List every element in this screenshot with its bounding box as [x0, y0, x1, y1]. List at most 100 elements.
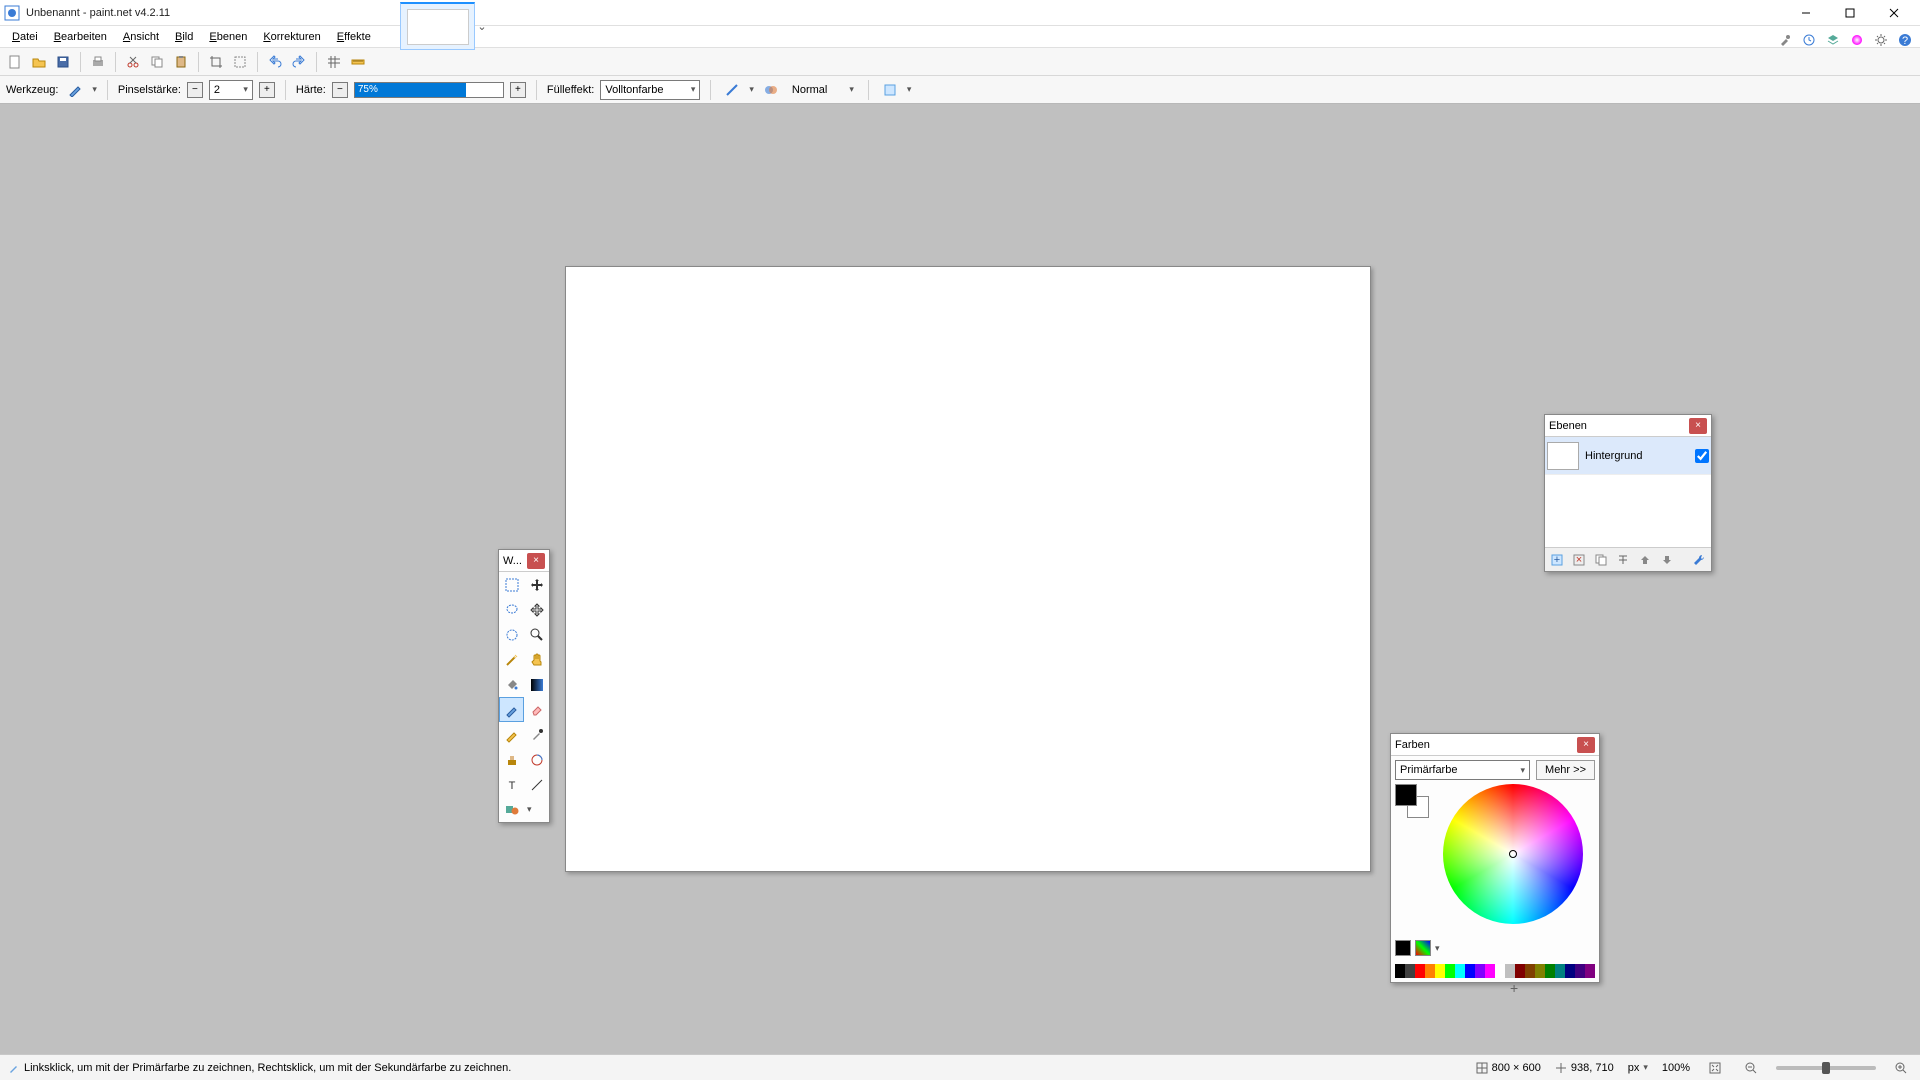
layer-down-button[interactable] [1657, 551, 1677, 569]
color-palette[interactable] [1395, 964, 1595, 978]
palette-color[interactable] [1425, 964, 1435, 978]
tool-magic-wand[interactable] [499, 647, 524, 672]
brushwidth-increase[interactable]: + [259, 82, 275, 98]
tool-color-picker[interactable] [524, 722, 549, 747]
tool-eraser[interactable] [524, 697, 549, 722]
palette-color[interactable] [1585, 964, 1595, 978]
palette-color[interactable] [1465, 964, 1475, 978]
tool-move-selection[interactable] [524, 597, 549, 622]
ruler-button[interactable] [347, 51, 369, 73]
tool-clone-stamp[interactable] [499, 747, 524, 772]
save-file-button[interactable] [52, 51, 74, 73]
help-button[interactable]: ? [1894, 29, 1916, 51]
antialias-toggle[interactable] [721, 79, 743, 101]
colors-panel-header[interactable]: Farben × [1391, 734, 1599, 756]
maximize-button[interactable] [1828, 0, 1872, 26]
selclip-dropdown-arrow[interactable]: ▾ [907, 84, 912, 95]
tool-paint-bucket[interactable] [499, 672, 524, 697]
palette-color[interactable] [1435, 964, 1445, 978]
tool-gradient[interactable] [524, 672, 549, 697]
layer-properties-button[interactable] [1689, 551, 1709, 569]
fgbg-swatches[interactable] [1395, 784, 1435, 824]
deselect-button[interactable] [229, 51, 251, 73]
hardness-decrease[interactable]: − [332, 82, 348, 98]
tools-window-toggle[interactable] [1774, 29, 1796, 51]
hardness-increase[interactable]: + [510, 82, 526, 98]
blendmode-combo[interactable]: Normal [788, 80, 858, 100]
copy-button[interactable] [146, 51, 168, 73]
tools-panel-header[interactable]: W... × [499, 550, 549, 572]
aa-dropdown-arrow[interactable]: ▾ [749, 84, 754, 95]
minimize-button[interactable] [1784, 0, 1828, 26]
undo-button[interactable] [264, 51, 286, 73]
canvas[interactable] [565, 266, 1371, 872]
layer-row[interactable]: Hintergrund [1545, 437, 1711, 475]
colors-more-button[interactable]: Mehr >> [1536, 760, 1595, 780]
layers-window-toggle[interactable] [1822, 29, 1844, 51]
tool-paintbrush[interactable] [499, 697, 524, 722]
tool-ellipse-select[interactable] [499, 622, 524, 647]
add-layer-button[interactable]: + [1547, 551, 1567, 569]
palette-color[interactable] [1505, 964, 1515, 978]
tool-rectangle-select[interactable] [499, 572, 524, 597]
zoom-in-button[interactable] [1890, 1057, 1912, 1079]
menu-layers[interactable]: Ebenen [201, 26, 255, 47]
active-tool-icon[interactable] [64, 79, 86, 101]
colors-window-toggle[interactable] [1846, 29, 1868, 51]
palette-color[interactable] [1545, 964, 1555, 978]
palette-color[interactable] [1575, 964, 1585, 978]
tool-recolor[interactable] [524, 747, 549, 772]
cut-button[interactable] [122, 51, 144, 73]
color-wheel[interactable] [1443, 784, 1583, 924]
delete-layer-button[interactable]: × [1569, 551, 1589, 569]
swatch-multi-icon[interactable] [1415, 940, 1431, 956]
crop-button[interactable] [205, 51, 227, 73]
open-file-button[interactable] [28, 51, 50, 73]
color-mode-combo[interactable]: Primärfarbe [1395, 760, 1530, 780]
menu-file[interactable]: Datei [4, 26, 46, 47]
document-tab-active[interactable] [400, 2, 475, 50]
palette-color[interactable] [1395, 964, 1405, 978]
swatch-black-icon[interactable] [1395, 940, 1411, 956]
tool-pan[interactable] [524, 647, 549, 672]
merge-layer-button[interactable] [1613, 551, 1633, 569]
tool-lasso-select[interactable] [499, 597, 524, 622]
zoom-fit-button[interactable] [1704, 1057, 1726, 1079]
palette-dropdown-arrow[interactable]: ▾ [1435, 943, 1440, 954]
document-tabs-dropdown[interactable]: ⌄ [475, 2, 489, 50]
settings-button[interactable] [1870, 29, 1892, 51]
primary-color-swatch[interactable] [1395, 784, 1417, 806]
palette-color[interactable] [1535, 964, 1545, 978]
tools-panel-close-button[interactable]: × [527, 553, 545, 569]
layers-panel-header[interactable]: Ebenen × [1545, 415, 1711, 437]
selection-clip-toggle[interactable] [879, 79, 901, 101]
duplicate-layer-button[interactable] [1591, 551, 1611, 569]
status-unit-combo[interactable]: px ▾ [1628, 1062, 1648, 1074]
menu-edit[interactable]: Bearbeiten [46, 26, 115, 47]
tool-dropdown-arrow[interactable]: ▾ [92, 84, 97, 95]
tool-shapes-dropdown[interactable]: ▾ [524, 797, 549, 822]
layers-panel-close-button[interactable]: × [1689, 418, 1707, 434]
palette-color[interactable] [1475, 964, 1485, 978]
tool-move-selected[interactable] [524, 572, 549, 597]
menu-effects[interactable]: Effekte [329, 26, 379, 47]
history-window-toggle[interactable] [1798, 29, 1820, 51]
tool-line[interactable] [524, 772, 549, 797]
new-file-button[interactable] [4, 51, 26, 73]
layer-visible-checkbox[interactable] [1695, 449, 1709, 463]
layer-up-button[interactable] [1635, 551, 1655, 569]
tool-text[interactable]: T [499, 772, 524, 797]
palette-color[interactable] [1495, 964, 1505, 978]
grid-button[interactable] [323, 51, 345, 73]
redo-button[interactable] [288, 51, 310, 73]
palette-color[interactable] [1515, 964, 1525, 978]
palette-color[interactable] [1405, 964, 1415, 978]
palette-color[interactable] [1525, 964, 1535, 978]
print-button[interactable] [87, 51, 109, 73]
palette-color[interactable] [1455, 964, 1465, 978]
paste-button[interactable] [170, 51, 192, 73]
palette-color[interactable] [1485, 964, 1495, 978]
palette-color[interactable] [1445, 964, 1455, 978]
menu-image[interactable]: Bild [167, 26, 201, 47]
menu-adjustments[interactable]: Korrekturen [255, 26, 328, 47]
